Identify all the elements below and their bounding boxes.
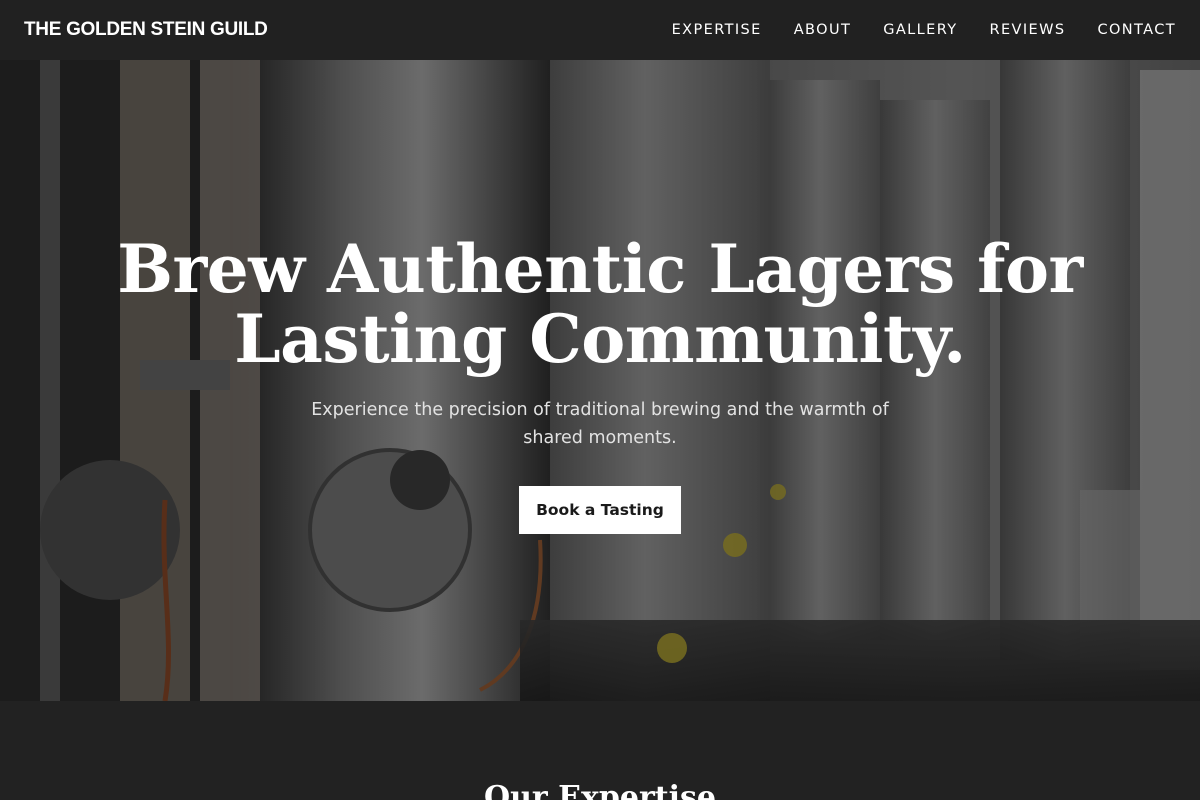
top-navbar: THE GOLDEN STEIN GUILD EXPERTISE ABOUT G… [0, 0, 1200, 60]
hero-content: Brew Authentic Lagers for Lasting Commun… [0, 60, 1200, 701]
main-nav: EXPERTISE ABOUT GALLERY REVIEWS CONTACT [640, 22, 1176, 38]
hero-title: Brew Authentic Lagers for Lasting Commun… [117, 230, 1083, 378]
brand-logo[interactable]: THE GOLDEN STEIN GUILD [24, 19, 268, 41]
nav-link-expertise[interactable]: EXPERTISE [672, 22, 762, 38]
hero-subtitle: Experience the precision of traditional … [311, 400, 889, 448]
expertise-section-title: Our Expertise [483, 780, 717, 800]
book-tasting-button[interactable]: Book a Tasting [519, 486, 681, 534]
nav-link-about[interactable]: ABOUT [794, 22, 852, 38]
nav-link-gallery[interactable]: GALLERY [883, 22, 957, 38]
hero-section: Brew Authentic Lagers for Lasting Commun… [0, 60, 1200, 701]
nav-link-contact[interactable]: CONTACT [1097, 22, 1176, 38]
nav-link-reviews[interactable]: REVIEWS [990, 22, 1066, 38]
